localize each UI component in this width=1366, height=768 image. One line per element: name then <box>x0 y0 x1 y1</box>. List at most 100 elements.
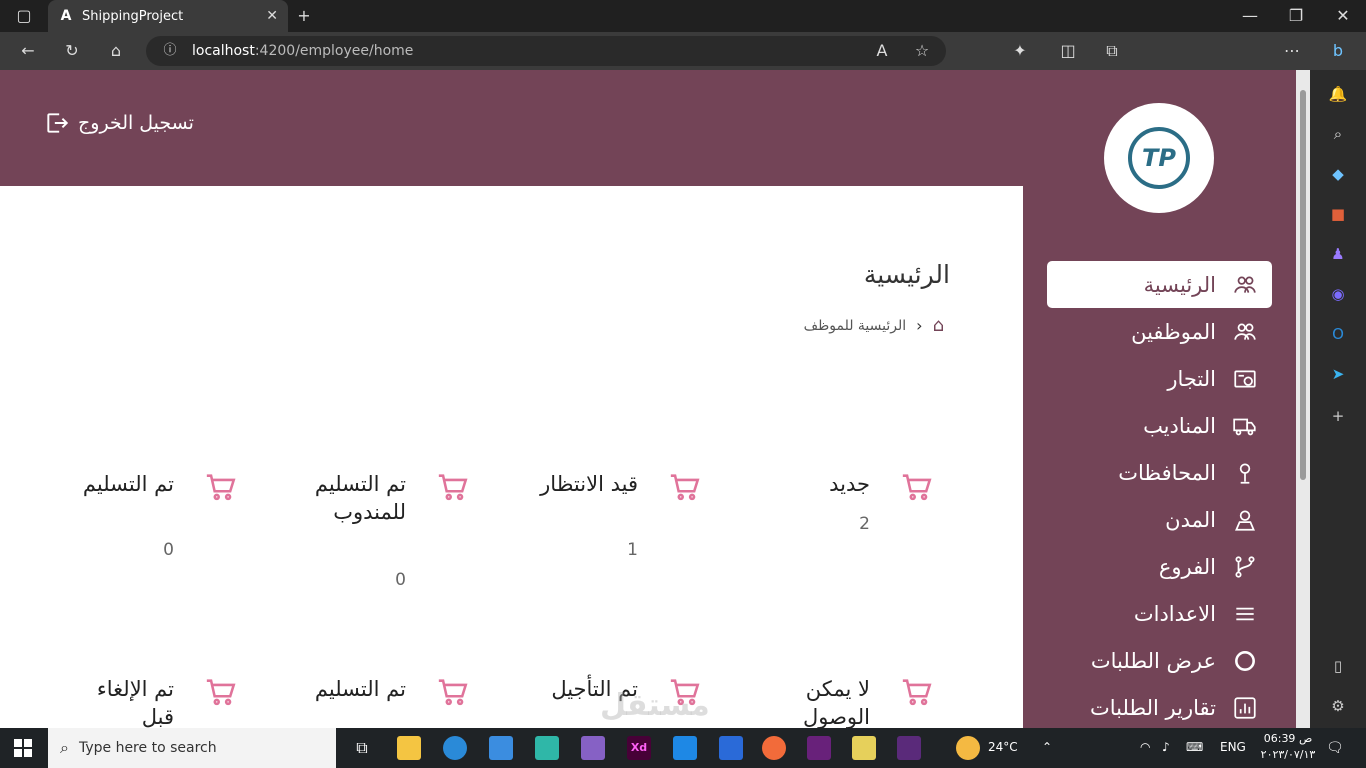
send-icon[interactable]: ➤ <box>1328 364 1348 384</box>
scrollbar-thumb[interactable] <box>1300 90 1306 480</box>
sidebar-item-branches[interactable]: الفروع <box>1047 543 1272 590</box>
sidebar-item-merchants[interactable]: التجار <box>1047 355 1272 402</box>
more-menu-icon[interactable]: ⋯ <box>1282 41 1302 61</box>
keyboard-icon[interactable]: ⌨ <box>1186 740 1203 754</box>
status-card-unreachable[interactable]: لا يمكن الوصول <box>734 675 934 728</box>
add-icon[interactable]: + <box>1328 406 1348 426</box>
collections-icon[interactable]: ⧉ <box>1102 41 1122 61</box>
terminal-icon[interactable] <box>897 736 921 760</box>
favorite-star-icon[interactable]: ☆ <box>912 41 932 61</box>
chevron-right-icon: › <box>916 316 923 335</box>
weather-temp[interactable]: 24°C <box>988 740 1018 754</box>
taskbar-search[interactable]: ⌕ Type here to search <box>48 728 336 768</box>
edge-icon[interactable] <box>443 736 467 760</box>
status-card-new[interactable]: جديد 2 <box>734 470 934 550</box>
refresh-icon[interactable]: ↻ <box>62 41 82 61</box>
wifi-icon[interactable]: ◠ <box>1140 740 1150 754</box>
back-icon[interactable]: ← <box>18 41 38 61</box>
games-icon[interactable]: ♟ <box>1328 244 1348 264</box>
card-title: تم الإلغاء قبل <box>96 677 174 728</box>
sidebar-item-home[interactable]: الرئيسية <box>1047 261 1272 308</box>
sidebar-toggle-icon[interactable]: ▯ <box>1328 656 1348 676</box>
edge-sidebar: 🔔 ⌕ ◆ ■ ♟ ◉ O ➤ + ▯ ⚙ <box>1310 70 1366 728</box>
logout-button[interactable]: تسجيل الخروج <box>44 110 194 136</box>
page-title: الرئيسية <box>863 260 950 289</box>
extensions-icon[interactable]: ✦ <box>1010 41 1030 61</box>
card-count: 1 <box>627 540 638 560</box>
app-icon[interactable] <box>673 736 697 760</box>
home-icon[interactable]: ⌂ <box>933 315 944 336</box>
cart-icon <box>204 675 238 709</box>
info-icon[interactable]: ⓘ <box>160 41 180 61</box>
status-card-delivered[interactable]: تم التسليم 0 <box>38 470 238 570</box>
task-view-icon[interactable]: ⧉ <box>350 736 374 760</box>
language-indicator[interactable]: ENG <box>1220 740 1246 754</box>
sidebar-item-cities[interactable]: المدن <box>1047 496 1272 543</box>
restore-icon[interactable]: ❐ <box>1286 6 1306 26</box>
cart-icon <box>900 470 934 504</box>
windows-start-icon[interactable] <box>14 739 32 757</box>
search-icon[interactable]: ⌕ <box>1328 124 1348 144</box>
app-icon[interactable] <box>852 736 876 760</box>
status-card-delivered-2[interactable]: تم التسليم <box>270 675 470 728</box>
shopping-icon[interactable]: ◆ <box>1328 164 1348 184</box>
postman-icon[interactable] <box>762 736 786 760</box>
tab-actions-icon[interactable]: ▢ <box>14 6 34 26</box>
watermark: مستقل <box>600 688 710 723</box>
visual-studio-icon[interactable] <box>581 736 605 760</box>
volume-icon[interactable]: ♪ <box>1162 740 1170 754</box>
menu-icon <box>1232 601 1258 627</box>
url-field[interactable]: localhost:4200/employee/home <box>146 36 946 66</box>
status-card-cancelled[interactable]: تم الإلغاء قبل <box>38 675 238 728</box>
home-icon[interactable]: ⌂ <box>106 41 126 61</box>
sidebar-item-label: التجار <box>1167 366 1216 391</box>
read-aloud-icon[interactable]: A <box>872 41 892 61</box>
gear-icon[interactable]: ⚙ <box>1328 696 1348 716</box>
split-screen-icon[interactable]: ◫ <box>1058 41 1078 61</box>
breadcrumb: الرئيسية للموظف › ⌂ <box>804 315 944 336</box>
visual-studio-2-icon[interactable] <box>807 736 831 760</box>
chevron-up-icon[interactable]: ⌃ <box>1042 740 1052 754</box>
card-title: قيد الانتظار <box>540 472 638 496</box>
close-window-icon[interactable]: ✕ <box>1333 6 1353 26</box>
browser-tab[interactable]: A ShippingProject ✕ <box>48 0 288 32</box>
card-title: تم التسليم <box>314 677 406 701</box>
windows-taskbar: ⌕ Type here to search ⧉ Xd 24°C ⌃ ◠ ♪ ⌨ … <box>0 728 1366 768</box>
file-explorer-icon[interactable] <box>397 736 421 760</box>
status-card-pending[interactable]: قيد الانتظار 1 <box>502 470 702 570</box>
office-icon[interactable]: ◉ <box>1328 284 1348 304</box>
new-tab-icon[interactable]: + <box>294 6 314 26</box>
adobe-xd-icon[interactable]: Xd <box>627 736 651 760</box>
logout-label: تسجيل الخروج <box>78 112 194 134</box>
app-icon[interactable] <box>535 736 559 760</box>
sidebar-item-employees[interactable]: الموظفين <box>1047 308 1272 355</box>
sidebar-item-couriers[interactable]: المناديب <box>1047 402 1272 449</box>
cart-icon <box>668 470 702 504</box>
bell-icon[interactable]: 🔔 <box>1328 84 1348 104</box>
sidebar-item-label: عرض الطلبات <box>1090 648 1216 673</box>
word-icon[interactable] <box>719 736 743 760</box>
minimize-icon[interactable]: — <box>1240 6 1260 26</box>
browser-tab-bar: ▢ A ShippingProject ✕ + — ❐ ✕ <box>0 0 1366 32</box>
notifications-icon[interactable]: 🗨 <box>1326 740 1344 756</box>
cart-icon <box>204 470 238 504</box>
sidebar-item-governorates[interactable]: المحافظات <box>1047 449 1272 496</box>
users-icon <box>1232 272 1258 298</box>
weather-icon[interactable] <box>956 736 980 760</box>
breadcrumb-current[interactable]: الرئيسية للموظف <box>804 318 907 334</box>
sidebar-nav: الرئيسية الموظفين التجار المناديب المحاف… <box>1047 261 1272 728</box>
sidebar-item-view-orders[interactable]: عرض الطلبات <box>1047 637 1272 684</box>
page-scrollbar[interactable] <box>1296 70 1310 728</box>
outlook-icon[interactable]: O <box>1328 324 1348 344</box>
sidebar-item-label: المحافظات <box>1118 460 1216 485</box>
tools-icon[interactable]: ■ <box>1328 204 1348 224</box>
close-tab-icon[interactable]: ✕ <box>266 8 278 24</box>
clock[interactable]: 06:39 ص ٢٠٢٣/٠٧/١٣ <box>1258 731 1318 763</box>
bing-icon[interactable]: b <box>1328 41 1348 61</box>
search-icon: ⌕ <box>60 738 69 757</box>
sidebar-item-order-reports[interactable]: تقارير الطلبات <box>1047 684 1272 728</box>
status-card-delivered-to-courier[interactable]: تم التسليم للمندوب 0 <box>270 470 470 600</box>
sidebar-item-label: المناديب <box>1143 413 1216 438</box>
sidebar-item-settings[interactable]: الاعدادات <box>1047 590 1272 637</box>
mail-icon[interactable] <box>489 736 513 760</box>
